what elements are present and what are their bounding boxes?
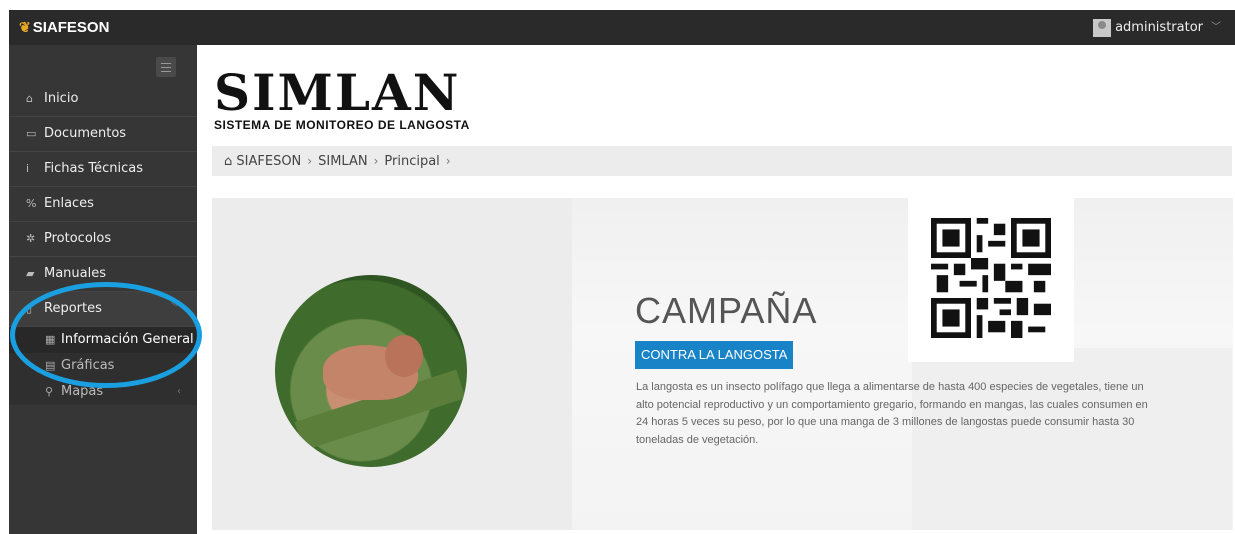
chevron-left-icon: ‹ <box>177 386 181 397</box>
campaign-tag: CONTRA LA LANGOSTA <box>635 341 794 369</box>
user-menu[interactable]: administrator ﹀ <box>1093 10 1221 45</box>
info-icon: i <box>26 162 30 175</box>
sidebar-item-label: Inicio <box>44 91 79 106</box>
breadcrumb-item[interactable]: SIAFESON <box>236 154 301 169</box>
campaign-description: La langosta es un insecto polífago que l… <box>636 381 1148 446</box>
sidebar: ⌂ Inicio ▭ Documentos i Fichas Técnicas % En… <box>9 45 197 534</box>
link-icon: % <box>26 197 37 210</box>
logo-subtitle: SISTEMA DE MONITOREO DE LANGOSTA <box>214 118 470 132</box>
sidebar-item-protocolos[interactable]: ✲ Protocolos <box>9 222 197 257</box>
file-icon: ▯ <box>26 302 33 315</box>
sidebar-item-fichas-tecnicas[interactable]: i Fichas Técnicas <box>9 152 197 187</box>
gear-icon: ✲ <box>26 232 36 245</box>
home-icon[interactable]: ⌂ <box>224 154 232 169</box>
sidebar-item-reportes[interactable]: ▯ Reportes ﹀ <box>9 292 197 327</box>
hamburger-icon[interactable] <box>156 57 176 77</box>
sidebar-item-label: Manuales <box>44 266 107 281</box>
breadcrumb-item[interactable]: SIMLAN <box>318 154 367 169</box>
chevron-right-icon: › <box>445 154 451 168</box>
chart-icon: ▤ <box>45 359 56 372</box>
chevron-right-icon: › <box>307 154 313 168</box>
locust-photo <box>275 275 467 467</box>
sidebar-subitem-label: Gráficas <box>61 358 115 373</box>
home-icon: ⌂ <box>26 92 33 105</box>
sidebar-item-manuales[interactable]: ▰ Manuales <box>9 257 197 292</box>
sidebar-subitem-informacion-general[interactable]: ▦ Información General <box>9 327 197 353</box>
breadcrumb-item[interactable]: Principal <box>384 154 439 169</box>
book-icon: ▰ <box>26 267 35 280</box>
chevron-right-icon: › <box>373 154 379 168</box>
sidebar-item-label: Protocolos <box>44 231 112 246</box>
simlan-logo: SIMLAN SISTEMA DE MONITOREO DE LANGOSTA <box>214 63 470 133</box>
campaign-heading: CAMPAÑA <box>635 290 818 331</box>
sidebar-subitem-graficas[interactable]: ▤ Gráficas ‹ <box>9 353 197 379</box>
sidebar-item-documentos[interactable]: ▭ Documentos <box>9 117 197 152</box>
chevron-down-icon: ﹀ <box>171 303 181 314</box>
brand-name: SIAFESON <box>32 19 110 36</box>
sidebar-menu: ⌂ Inicio ▭ Documentos i Fichas Técnicas % En… <box>9 82 197 405</box>
chevron-left-icon: ‹ <box>177 360 181 371</box>
campaign-banner: CAMPAÑA CONTRA LA LANGOSTA La langosta e… <box>212 198 1233 530</box>
brand-logo[interactable]: ❦ SIAFESON <box>19 10 109 45</box>
sidebar-item-label: Fichas Técnicas <box>44 161 144 176</box>
qr-code <box>908 198 1074 362</box>
qr-code-icon <box>931 218 1051 338</box>
sidebar-subitem-label: Información General <box>61 332 194 347</box>
sidebar-item-label: Enlaces <box>44 196 94 211</box>
avatar <box>1093 18 1112 37</box>
chevron-down-icon: ﹀ <box>1211 22 1221 33</box>
sidebar-subitem-label: Mapas <box>61 384 104 399</box>
folder-icon: ▭ <box>26 127 37 140</box>
sidebar-subitem-mapas[interactable]: ⚲ Mapas ‹ <box>9 379 197 405</box>
top-bar: ❦ SIAFESON administrator ﹀ <box>9 10 1235 45</box>
leaf-logo-icon: ❦ <box>19 19 31 35</box>
user-name: administrator <box>1115 20 1203 35</box>
sidebar-item-label: Reportes <box>44 301 102 316</box>
sidebar-item-enlaces[interactable]: % Enlaces <box>9 187 197 222</box>
sidebar-item-inicio[interactable]: ⌂ Inicio <box>9 82 197 117</box>
sidebar-item-label: Documentos <box>44 126 127 141</box>
map-marker-icon: ⚲ <box>45 385 54 398</box>
table-icon: ▦ <box>45 333 56 346</box>
breadcrumb: ⌂ SIAFESON › SIMLAN › Principal › <box>212 146 1232 176</box>
reportes-submenu: ▦ Información General ▤ Gráficas ‹ ⚲ Mapas … <box>9 327 197 405</box>
logo-title: SIMLAN <box>214 63 461 122</box>
